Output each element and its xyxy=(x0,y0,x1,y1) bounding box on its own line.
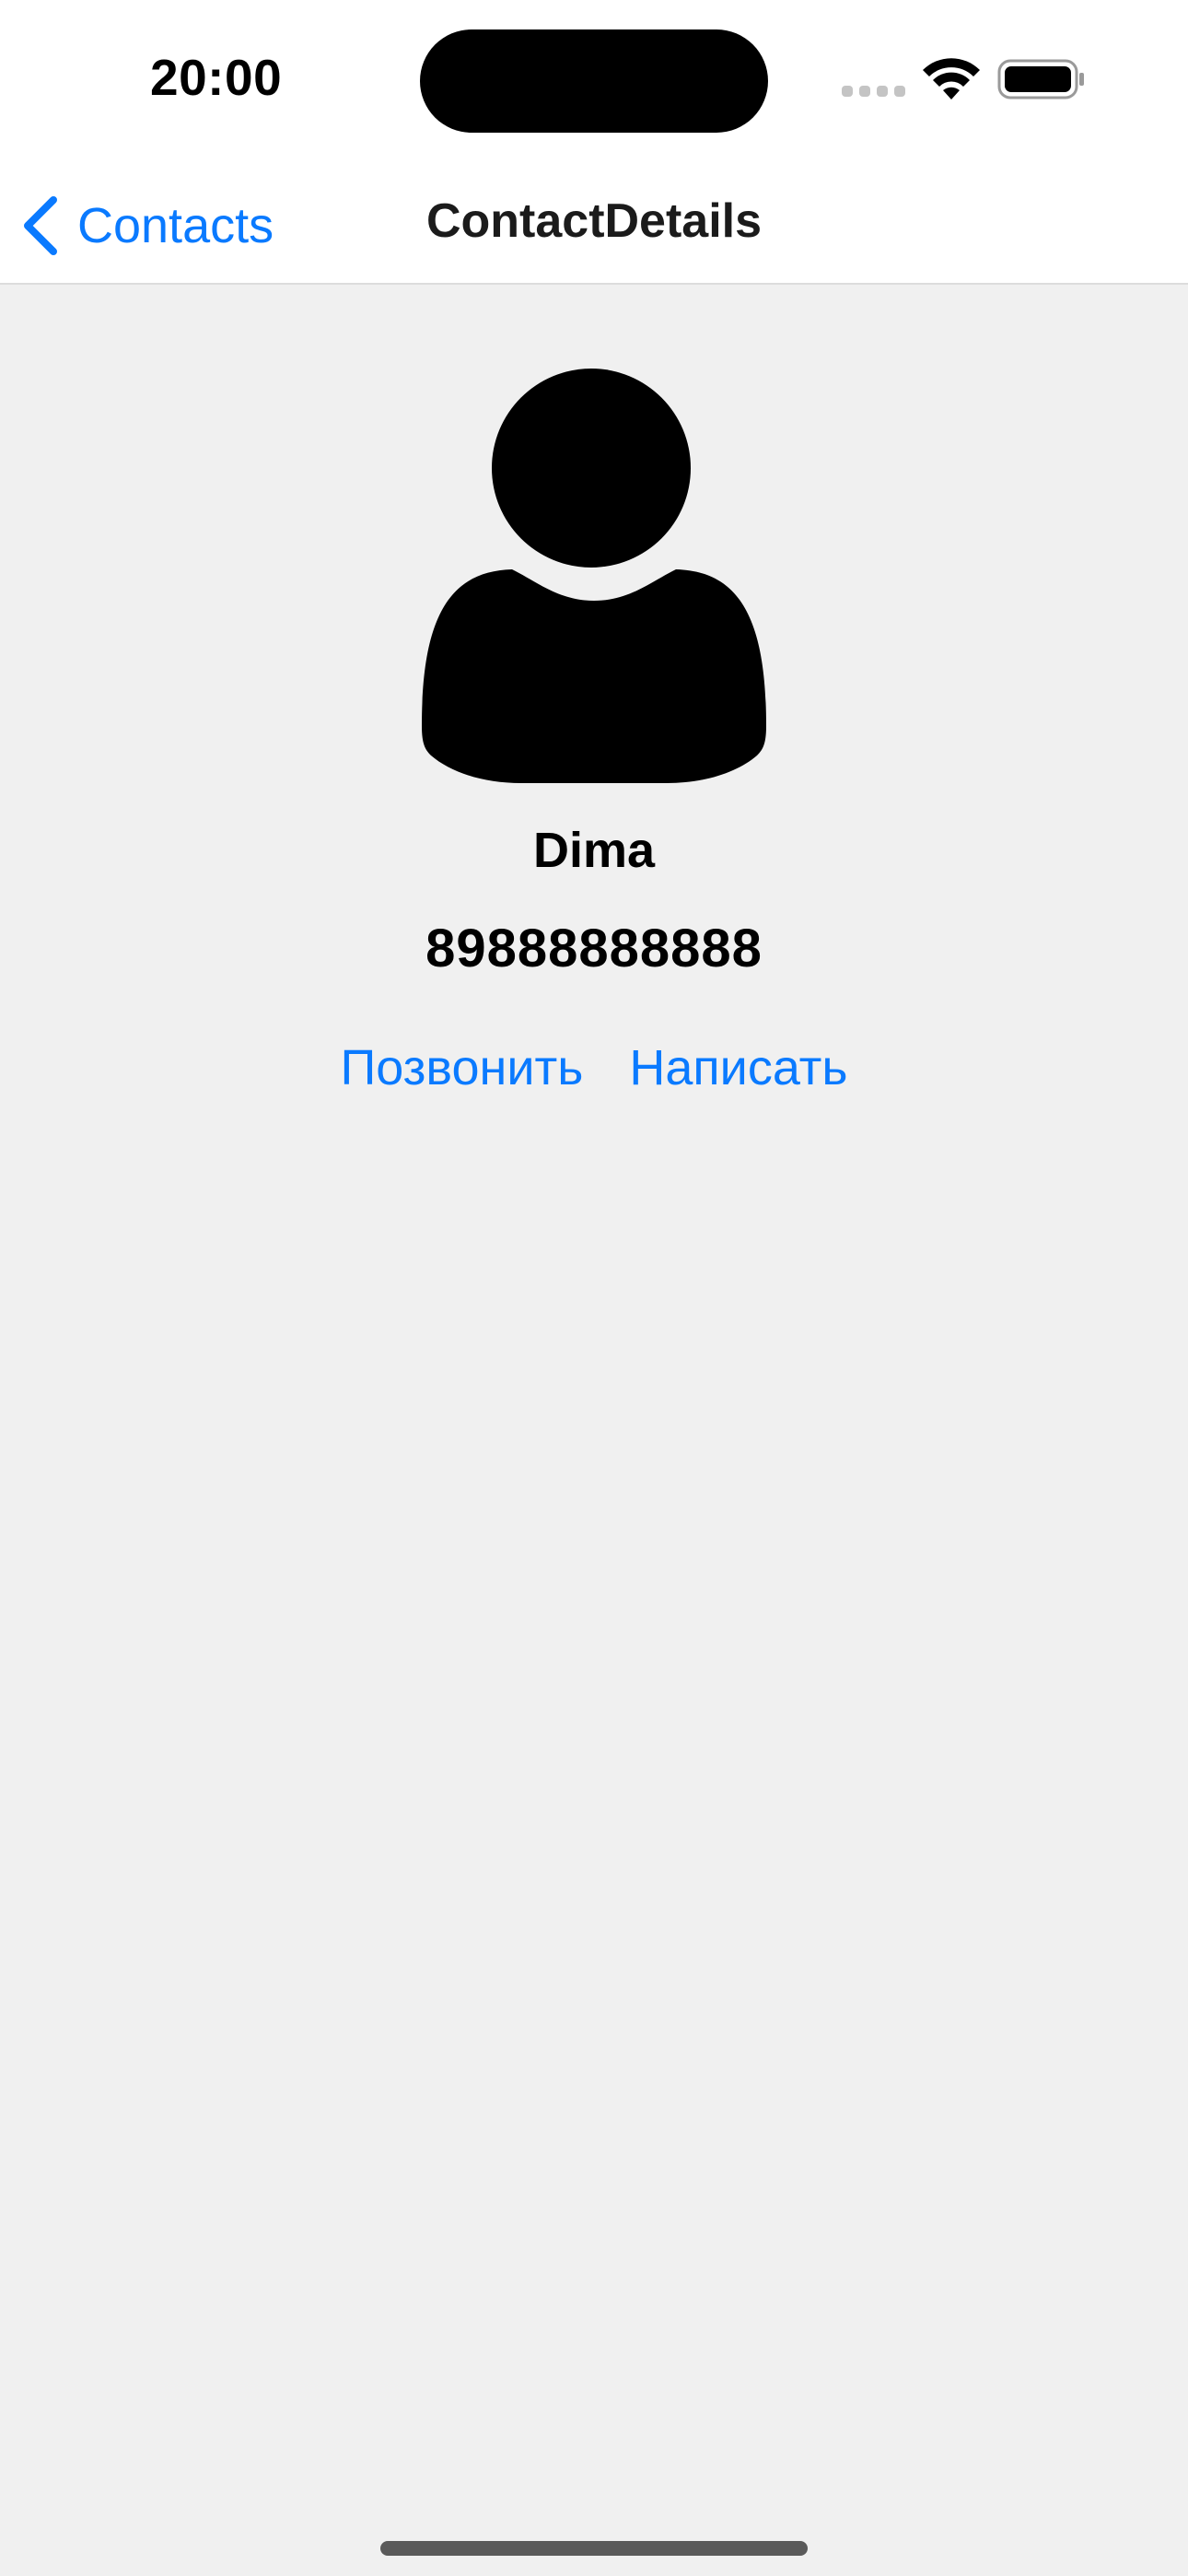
dynamic-island xyxy=(420,29,768,133)
signal-icon xyxy=(842,86,906,99)
person-icon xyxy=(422,369,766,783)
message-button[interactable]: Написать xyxy=(629,1039,847,1096)
action-buttons: Позвонить Написать xyxy=(0,1039,1188,1096)
contact-phone: 89888888888 xyxy=(425,919,763,978)
wifi-icon xyxy=(923,58,980,100)
call-button[interactable]: Позвонить xyxy=(340,1039,583,1096)
battery-icon xyxy=(997,59,1084,100)
top-bar: 20:00 Contacts ContactDetails xyxy=(0,0,1188,285)
page-title: ContactDetails xyxy=(425,194,763,248)
home-indicator[interactable] xyxy=(380,2541,808,2556)
contact-name: Dima xyxy=(532,823,656,878)
status-time: 20:00 xyxy=(150,49,283,106)
